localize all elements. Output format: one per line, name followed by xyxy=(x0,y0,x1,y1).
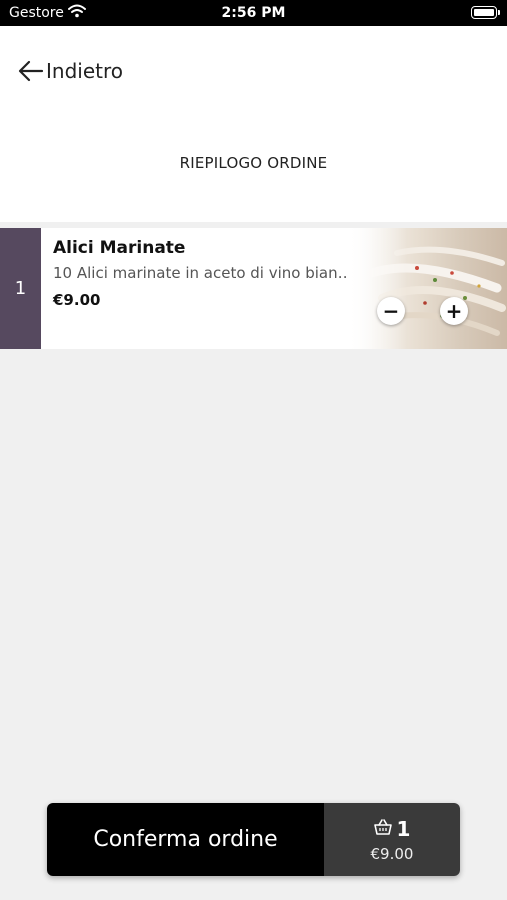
clock: 2:56 PM xyxy=(221,5,286,21)
order-item-row[interactable]: 1 Alici Marinate 10 Alici marinate in ac… xyxy=(0,228,507,349)
back-arrow-icon xyxy=(18,60,44,82)
item-quantity: 1 xyxy=(0,228,41,349)
item-price: €9.00 xyxy=(53,291,101,309)
item-name: Alici Marinate xyxy=(53,238,186,258)
order-footer: Conferma ordine 1 €9.00 xyxy=(47,803,460,876)
cart-summary[interactable]: 1 €9.00 xyxy=(324,803,460,876)
plus-icon: + xyxy=(445,299,463,323)
cart-total: €9.00 xyxy=(370,844,414,863)
decrease-quantity-button[interactable]: − xyxy=(377,297,405,325)
battery-icon xyxy=(471,6,500,19)
item-photo xyxy=(347,228,507,349)
back-label: Indietro xyxy=(46,59,123,83)
confirm-order-button[interactable]: Conferma ordine xyxy=(47,803,324,876)
minus-icon: − xyxy=(382,299,400,323)
item-description: 10 Alici marinate in aceto di vino bianc… xyxy=(53,264,353,282)
basket-icon xyxy=(373,818,392,839)
status-bar: Gestore 2:56 PM xyxy=(0,0,507,26)
header: Indietro RIEPILOGO ORDINE xyxy=(0,26,507,222)
increase-quantity-button[interactable]: + xyxy=(440,297,468,325)
page-title: RIEPILOGO ORDINE xyxy=(179,154,328,172)
cart-count: 1 xyxy=(396,816,411,841)
back-button[interactable]: Indietro xyxy=(18,59,123,83)
